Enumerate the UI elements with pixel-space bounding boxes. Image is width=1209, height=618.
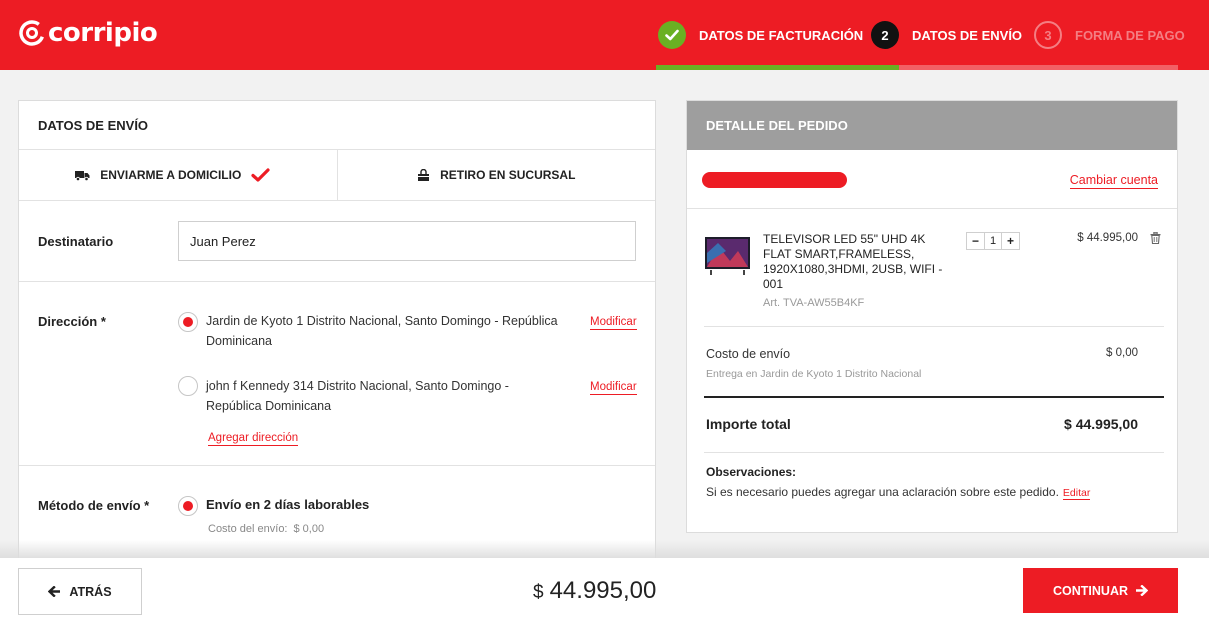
- step-payment: 3 FORMA DE PAGO: [1034, 21, 1185, 49]
- redacted-account-name: [702, 172, 847, 188]
- trash-icon[interactable]: [1150, 232, 1161, 244]
- progress-bar-complete: [656, 65, 899, 70]
- continue-button-label: CONTINUAR: [1053, 583, 1128, 598]
- footer-total-value: 44.995,00: [549, 577, 657, 604]
- corripio-logo[interactable]: corripio: [18, 18, 158, 48]
- tv-product-image: [705, 237, 750, 275]
- observations-text: Si es necesario puedes agregar una aclar…: [706, 485, 1059, 499]
- modify-address-1-link[interactable]: Modificar: [590, 315, 637, 330]
- address-label: Dirección *: [38, 314, 106, 329]
- order-shipping-cost-value: $ 0,00: [1106, 347, 1138, 359]
- shipping-method-cost: Costo del envío: $ 0,00: [208, 523, 324, 535]
- order-detail-title: DETALLE DEL PEDIDO: [687, 101, 1177, 150]
- truck-icon: [75, 170, 90, 181]
- arrow-right-icon: [1136, 585, 1148, 596]
- tab-home-delivery[interactable]: ENVIARME A DOMICILIO: [19, 150, 337, 200]
- recipient-input[interactable]: [178, 221, 636, 261]
- address-row: Dirección * Jardin de Kyoto 1 Distrito N…: [19, 282, 655, 466]
- product-price: $ 44.995,00: [1077, 232, 1138, 244]
- footer-shadow: [0, 540, 1209, 558]
- step-payment-label: FORMA DE PAGO: [1075, 27, 1185, 43]
- modify-address-2-link[interactable]: Modificar: [590, 380, 637, 395]
- store-icon: [418, 168, 430, 181]
- order-shipping-note: Entrega en Jardin de Kyoto 1 Distrito Na…: [706, 368, 922, 380]
- top-header: corripio DATOS DE FACTURACIÓN 2 DATOS DE…: [0, 0, 1209, 70]
- shipping-method-radio[interactable]: [178, 496, 198, 516]
- observations-title: Observaciones:: [706, 465, 797, 479]
- footer-total: $44.995,00: [533, 577, 656, 605]
- back-button[interactable]: ATRÁS: [18, 568, 142, 615]
- footer-total-currency: $: [533, 582, 544, 603]
- checkout-steps: DATOS DE FACTURACIÓN 2 DATOS DE ENVÍO 3 …: [656, 0, 1185, 70]
- address-option-2-text: john f Kennedy 314 Distrito Nacional, Sa…: [206, 379, 509, 413]
- back-button-label: ATRÁS: [69, 584, 112, 599]
- tab-home-delivery-label: ENVIARME A DOMICILIO: [100, 168, 242, 182]
- shipping-method-label: Método de envío *: [38, 498, 150, 513]
- step-billing-label: DATOS DE FACTURACIÓN: [699, 27, 864, 43]
- corripio-logo-mark-icon: [19, 20, 45, 46]
- account-row: Cambiar cuenta: [687, 150, 1177, 209]
- observations-row: Si es necesario puedes agregar una aclar…: [706, 485, 1091, 500]
- recipient-label: Destinatario: [38, 234, 114, 249]
- logo-wordmark: corripio: [48, 18, 158, 48]
- quantity-decrease-button[interactable]: −: [967, 233, 984, 249]
- order-total-label: Importe total: [706, 416, 791, 432]
- step-shipping-label: DATOS DE ENVÍO: [912, 27, 1023, 43]
- change-account-link[interactable]: Cambiar cuenta: [1069, 172, 1158, 189]
- shipping-method-option: Envío en 2 días laborables: [206, 497, 370, 512]
- step-shipping: 2 DATOS DE ENVÍO: [871, 21, 1022, 49]
- order-detail-card: DETALLE DEL PEDIDO Cambiar cuenta TELEVI…: [686, 100, 1178, 533]
- quantity-value[interactable]: 1: [984, 233, 1002, 249]
- tab-store-pickup-label: RETIRO EN SUCURSAL: [440, 168, 576, 182]
- address-radio-1[interactable]: [178, 312, 198, 332]
- step-number: 3: [1034, 21, 1062, 49]
- tab-store-pickup[interactable]: RETIRO EN SUCURSAL: [336, 150, 656, 200]
- order-shipping-cost-label: Costo de envío: [706, 347, 791, 361]
- product-sku: Art. TVA-AW55B4KF: [763, 297, 865, 309]
- step-number: 2: [871, 21, 899, 49]
- step-done-indicator: [658, 21, 686, 49]
- order-total-value: $ 44.995,00: [1064, 416, 1138, 432]
- shipping-cost-label: Costo del envío:: [208, 523, 288, 535]
- order-total-row: Importe total $ 44.995,00: [704, 396, 1164, 453]
- quantity-stepper: − 1 +: [966, 232, 1020, 250]
- shipping-card-title: DATOS DE ENVÍO: [19, 101, 655, 150]
- address-radio-2[interactable]: [178, 376, 198, 396]
- add-address-link[interactable]: Agregar dirección: [208, 431, 299, 446]
- checkout-footer: ATRÁS $44.995,00 CONTINUAR: [0, 558, 1209, 618]
- edit-observations-link[interactable]: Editar: [1062, 487, 1091, 500]
- product-name: TELEVISOR LED 55" UHD 4K FLAT SMART,FRAM…: [763, 232, 943, 291]
- continue-button[interactable]: CONTINUAR: [1023, 568, 1178, 613]
- arrow-left-icon: [48, 586, 61, 597]
- address-option-1-text: Jardin de Kyoto 1 Distrito Nacional, San…: [206, 314, 558, 348]
- progress-bar-remaining: [899, 65, 1178, 70]
- order-shipping-cost: Costo de envío Entrega en Jardin de Kyot…: [704, 328, 1164, 396]
- delivery-type-tabs: ENVIARME A DOMICILIO RETIRO EN SUCURSAL: [19, 150, 655, 201]
- shipping-data-card: DATOS DE ENVÍO ENVIARME A DOMICILIO RETI…: [18, 100, 656, 570]
- recipient-row: Destinatario: [19, 201, 655, 282]
- quantity-increase-button[interactable]: +: [1002, 233, 1019, 249]
- shipping-cost-value: $ 0,00: [293, 523, 325, 535]
- check-icon: [665, 29, 679, 41]
- selected-check-icon: [251, 168, 270, 182]
- order-product-item: TELEVISOR LED 55" UHD 4K FLAT SMART,FRAM…: [704, 216, 1164, 327]
- step-billing[interactable]: DATOS DE FACTURACIÓN: [658, 21, 863, 49]
